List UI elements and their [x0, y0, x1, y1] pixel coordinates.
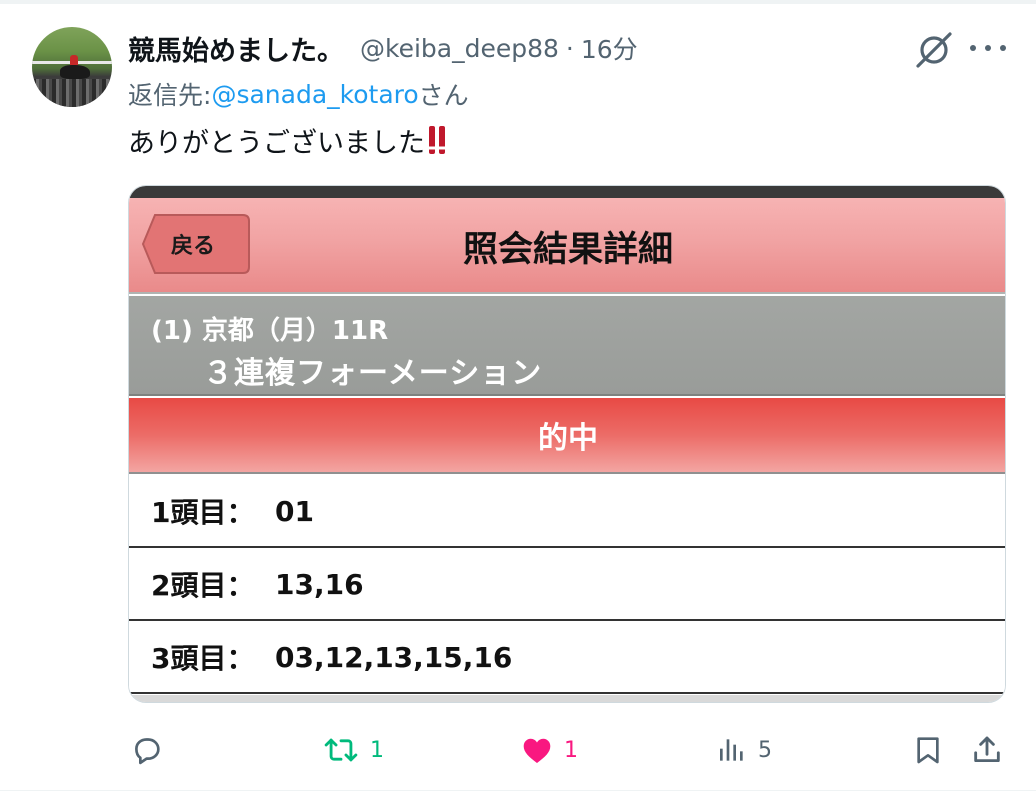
retweet-icon [324, 738, 358, 762]
bookmark-button[interactable] [912, 725, 944, 775]
bookmark-icon [917, 737, 939, 764]
tweet-media-image[interactable]: 照会結果詳細 戻る (1) 京都（月）11R ３連複フォーメーション 的中 1頭… [128, 185, 1006, 703]
views-count: 5 [758, 737, 772, 763]
retweet-count: 1 [370, 737, 384, 763]
media-back-label: 戻る [171, 234, 216, 259]
reply-mention-link[interactable]: @sanada_kotaro [211, 80, 418, 109]
race-name: (1) 京都（月）11R [151, 316, 389, 346]
reply-icon [135, 738, 160, 765]
selection-value: 01 [275, 494, 314, 528]
selection-row: 2頭目： 13,16 [129, 549, 1005, 621]
media-status-strip [129, 186, 1005, 198]
grok-icon[interactable] [912, 30, 956, 70]
views-icon [720, 739, 743, 761]
bet-type: ３連複フォーメーション [203, 356, 543, 391]
like-button[interactable]: 1 [520, 725, 578, 775]
reply-prefix: 返信先: [128, 81, 212, 110]
tweet-text: ありがとうございました [128, 121, 445, 159]
selection-label: 3頭目： [151, 642, 255, 675]
selection-value: 13,16 [275, 567, 364, 601]
selection-row: 3頭目： 03,12,13,15,16 [129, 622, 1005, 694]
separator-dot: · [565, 33, 574, 63]
tweet-header: 競馬始めました。 @keiba_deep88 · 16分 [128, 29, 638, 68]
reply-suffix: さん [418, 81, 469, 110]
media-back-button: 戻る [141, 212, 251, 276]
reply-context: 返信先: @sanada_kotaro さん [128, 76, 469, 112]
selection-label: 1頭目： [151, 496, 255, 529]
double-exclamation-icon [429, 126, 445, 154]
avatar[interactable] [32, 27, 112, 107]
user-handle[interactable]: @keiba_deep88 [360, 34, 559, 63]
top-divider [0, 0, 1036, 4]
reply-button[interactable] [130, 725, 164, 775]
selection-value: 03,12,13,15,16 [275, 640, 513, 674]
media-race-info: (1) 京都（月）11R ３連複フォーメーション [129, 296, 1005, 396]
share-icon [974, 736, 1000, 763]
selection-row: 1頭目： 01 [129, 476, 1005, 548]
action-bar: 1 1 5 [0, 725, 1036, 775]
tweet-body: ありがとうございました [128, 127, 425, 159]
tweet-time[interactable]: 16分 [581, 30, 638, 66]
like-count: 1 [564, 737, 578, 763]
share-button[interactable] [970, 725, 1004, 775]
media-bottom-strip [129, 695, 1005, 702]
views-button[interactable]: 5 [716, 725, 772, 775]
result-banner: 的中 [129, 398, 1005, 474]
media-title: 照会結果詳細 [462, 229, 673, 270]
bottom-divider [0, 790, 1036, 791]
retweet-button[interactable]: 1 [322, 725, 384, 775]
display-name[interactable]: 競馬始めました。 [128, 29, 344, 68]
heart-icon [523, 738, 551, 764]
selection-label: 2頭目： [151, 569, 255, 602]
media-nav-bar: 照会結果詳細 戻る [129, 198, 1005, 294]
more-icon[interactable] [970, 38, 1006, 58]
